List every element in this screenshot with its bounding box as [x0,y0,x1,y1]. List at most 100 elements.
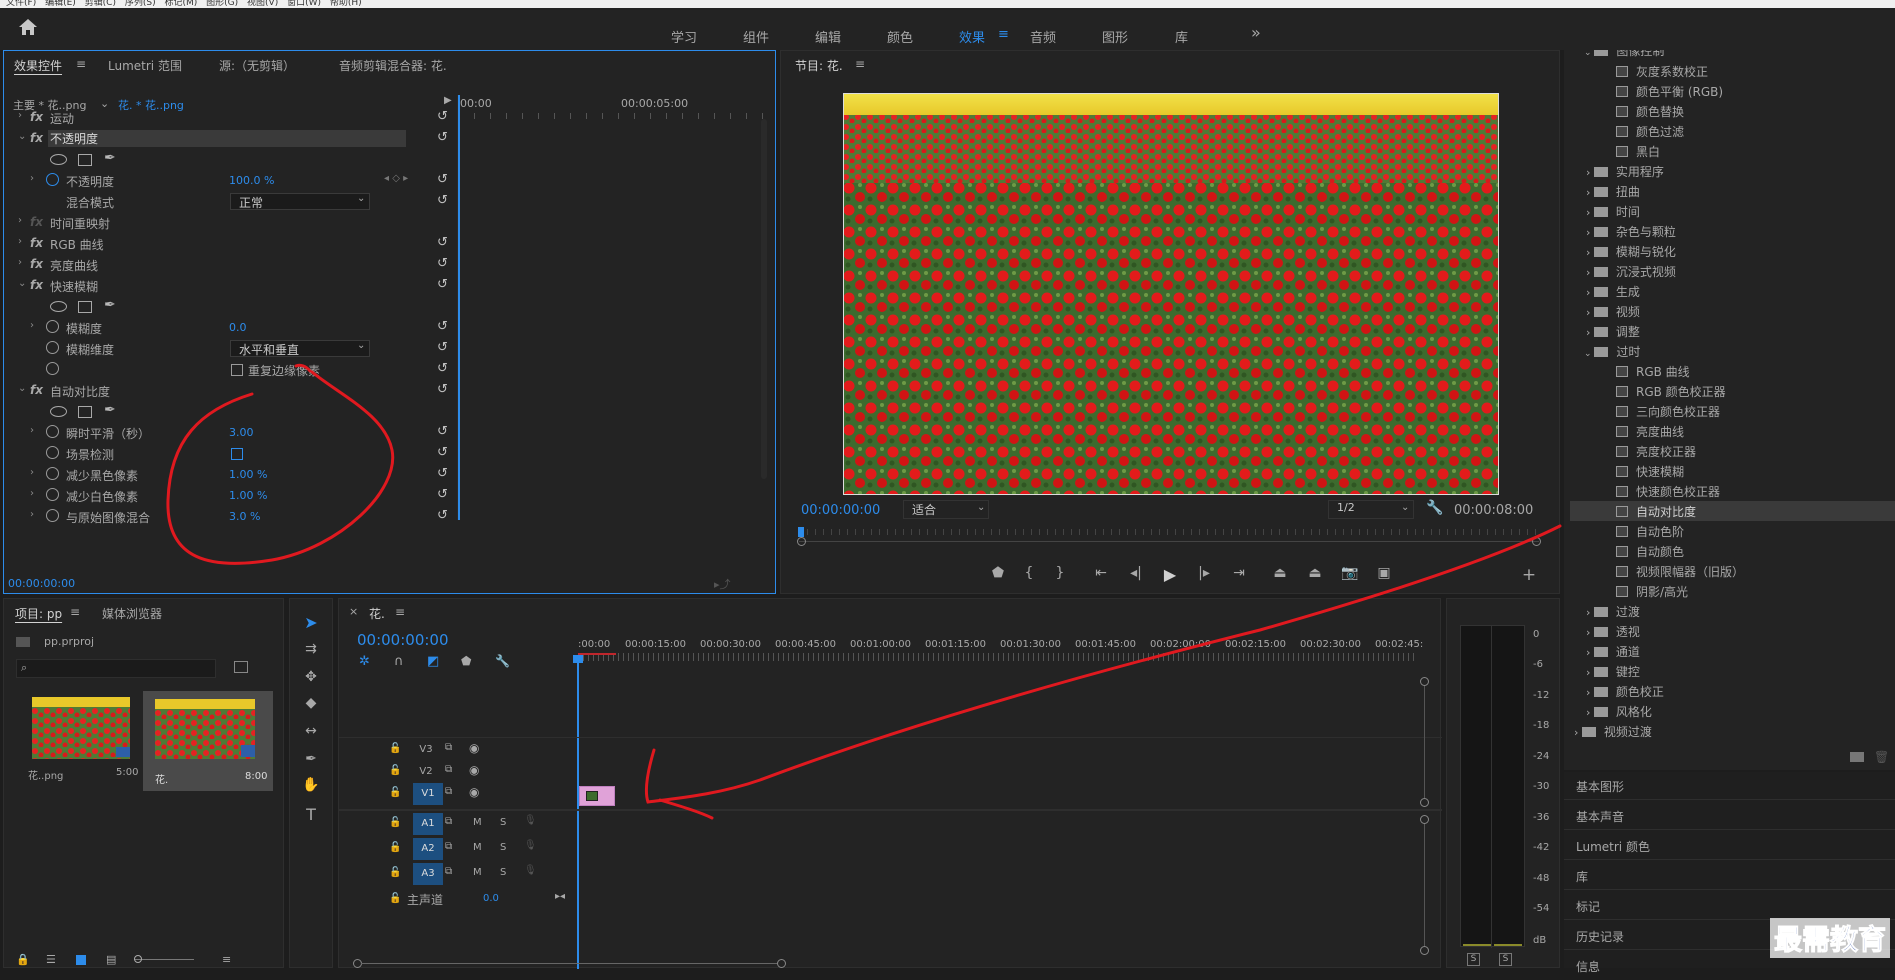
solo-button[interactable]: S [500,842,506,853]
tree-folder[interactable]: › 生成 [1586,283,1640,300]
lock-icon[interactable]: 🔓 [389,787,401,798]
reset-icon[interactable]: ↺ [437,172,448,187]
panel-libraries[interactable]: 库 [1564,862,1895,890]
tree-folder[interactable]: › 视频 [1586,303,1640,320]
add-button-icon[interactable]: + [1518,565,1540,587]
panel-menu-icon[interactable]: ≡ [76,57,86,71]
lock-icon[interactable]: 🔓 [389,743,401,754]
effect-row-auto-contrast[interactable]: ⌄ fx 自动对比度 ↺ [12,380,452,401]
new-search-bin-icon[interactable] [234,661,248,673]
workspace-graphics[interactable]: 图形 [1102,27,1128,46]
go-to-in-icon[interactable]: ⇤ [1090,565,1112,587]
add-marker-icon[interactable]: ⬟ [987,565,1009,587]
menu-edit[interactable]: 编辑(E) [45,0,76,8]
tree-effect[interactable]: 颜色过滤 [1616,123,1684,140]
hand-tool-icon[interactable]: ✋ [300,777,322,799]
sync-lock-icon[interactable]: ⧉ [445,786,452,797]
track-a3[interactable]: 🔓 A3 ⧉ M S 🎙 [339,863,1239,885]
selection-tool-icon[interactable]: ➤ [300,613,322,635]
stopwatch-icon[interactable] [46,320,59,333]
rectangle-mask-icon[interactable] [78,154,92,166]
lock-icon[interactable]: 🔒 [16,953,30,966]
fx-icon[interactable]: fx [30,383,43,397]
effect-row-luma-curves[interactable]: › fx 亮度曲线 ↺ [12,254,452,275]
tree-effect[interactable]: 亮度曲线 [1616,423,1684,440]
track-master[interactable]: 🔓 主声道 0.0 ▸◂ [339,889,1239,910]
pen-mask-icon[interactable]: ✒ [104,150,116,166]
reset-icon[interactable]: ↺ [437,487,448,502]
solo-button[interactable]: S [500,867,506,878]
panel-menu-icon[interactable]: ≡ [395,605,405,619]
ellipse-mask-icon[interactable] [50,154,67,165]
slip-tool-icon[interactable]: ↔ [300,723,322,745]
v-scroll-handle[interactable] [1420,798,1429,807]
sync-lock-icon[interactable]: ⧉ [445,742,452,753]
list-view-icon[interactable]: ☰ [46,953,56,966]
menu-graphics[interactable]: 图形(G) [206,0,238,8]
expand-chevron-icon[interactable]: › [18,110,22,121]
stopwatch-icon[interactable] [46,341,59,354]
workspace-effects-menu-icon[interactable]: ≡ [998,27,1009,42]
prop-blurriness[interactable]: › 模糊度 0.0 ↺ [12,317,452,338]
tree-folder[interactable]: › 模糊与锐化 [1586,243,1676,260]
tree-folder[interactable]: › 扭曲 [1586,183,1640,200]
stopwatch-icon[interactable] [46,425,59,438]
opacity-value[interactable]: 100.0 % [229,174,274,187]
menu-clip[interactable]: 剪辑(C) [85,0,116,8]
expand-chevron-icon[interactable]: › [18,257,22,268]
reset-icon[interactable]: ↺ [437,130,448,145]
track-label[interactable]: V2 [414,764,438,780]
effect-row-time-remap[interactable]: › fx 时间重映射 [12,212,452,233]
zoom-handle-left[interactable] [797,537,806,546]
project-search-input[interactable]: ⌕ [16,659,216,678]
tab-audio-clip-mixer[interactable]: 音频剪辑混合器: 花. [339,57,447,74]
reset-icon[interactable]: ↺ [437,319,448,334]
linked-selection-icon[interactable]: ◩ [427,654,439,669]
ec-playhead[interactable] [458,95,460,520]
reset-icon[interactable]: ↺ [437,382,448,397]
menu-view[interactable]: 视图(V) [247,0,278,8]
tab-source[interactable]: 源:（无剪辑） [219,57,295,74]
reset-icon[interactable]: ↺ [437,193,448,208]
prop-scene-detect[interactable]: 场景检测 ↺ [12,443,452,464]
tab-project[interactable]: 项目: pp [15,605,62,622]
track-label[interactable]: V1 [413,783,443,805]
solo-button[interactable]: S [500,817,506,828]
step-back-icon[interactable]: ◂| [1125,565,1147,587]
chevron-down-icon[interactable]: ⌄ [357,193,365,204]
tree-effect[interactable]: 颜色替换 [1616,103,1684,120]
prop-blur-dimensions[interactable]: 模糊维度 水平和垂直 ⌄ ↺ [12,338,452,359]
track-v1[interactable]: 🔓 V1 ⧉ ◉ [339,783,1239,805]
chevron-down-icon[interactable]: ⌄ [977,502,985,513]
reset-icon[interactable]: ↺ [437,235,448,250]
track-v2[interactable]: 🔓 V2 ⧉ ◉ [339,761,1239,782]
program-scrubber[interactable] [797,527,1541,549]
solo-left-button[interactable]: S [1467,953,1480,966]
tree-effect[interactable]: RGB 曲线 [1616,363,1690,380]
expand-chevron-icon[interactable]: › [18,215,22,226]
panel-markers[interactable]: 标记 [1564,892,1895,920]
razor-tool-icon[interactable]: ◆ [300,695,322,717]
expand-chevron-icon[interactable]: › [30,425,34,436]
sync-lock-icon[interactable]: ⧉ [445,866,452,877]
tree-folder-video-transitions[interactable]: › 视频过渡 [1574,723,1652,740]
sync-lock-icon[interactable]: ⧉ [445,816,452,827]
voiceover-mic-icon[interactable]: 🎙 [524,840,537,851]
extract-icon[interactable]: ⏏ [1304,565,1326,587]
lock-icon[interactable]: 🔓 [389,867,401,878]
chevron-down-icon[interactable]: ⌄ [1401,502,1409,513]
blend-original-value[interactable]: 3.0 % [229,510,260,523]
keyframe-nav-icon[interactable]: ◂ ◇ ▸ [384,173,408,184]
tree-effect[interactable]: 黑白 [1616,143,1660,160]
stopwatch-icon[interactable] [46,488,59,501]
tree-folder[interactable]: › 颜色校正 [1586,683,1664,700]
tree-effect-selected[interactable]: 自动对比度 [1616,503,1696,520]
close-tab-icon[interactable]: × [349,605,358,618]
eye-icon[interactable]: ◉ [469,785,479,799]
tree-effect[interactable]: 自动色阶 [1616,523,1684,540]
repeat-edge-checkbox[interactable] [231,364,243,376]
prop-blend-mode[interactable]: 混合模式 正常 ⌄ ↺ [12,191,452,212]
workspace-assembly[interactable]: 组件 [743,27,769,46]
tree-folder[interactable]: › 沉浸式视频 [1586,263,1676,280]
reset-icon[interactable]: ↺ [437,466,448,481]
